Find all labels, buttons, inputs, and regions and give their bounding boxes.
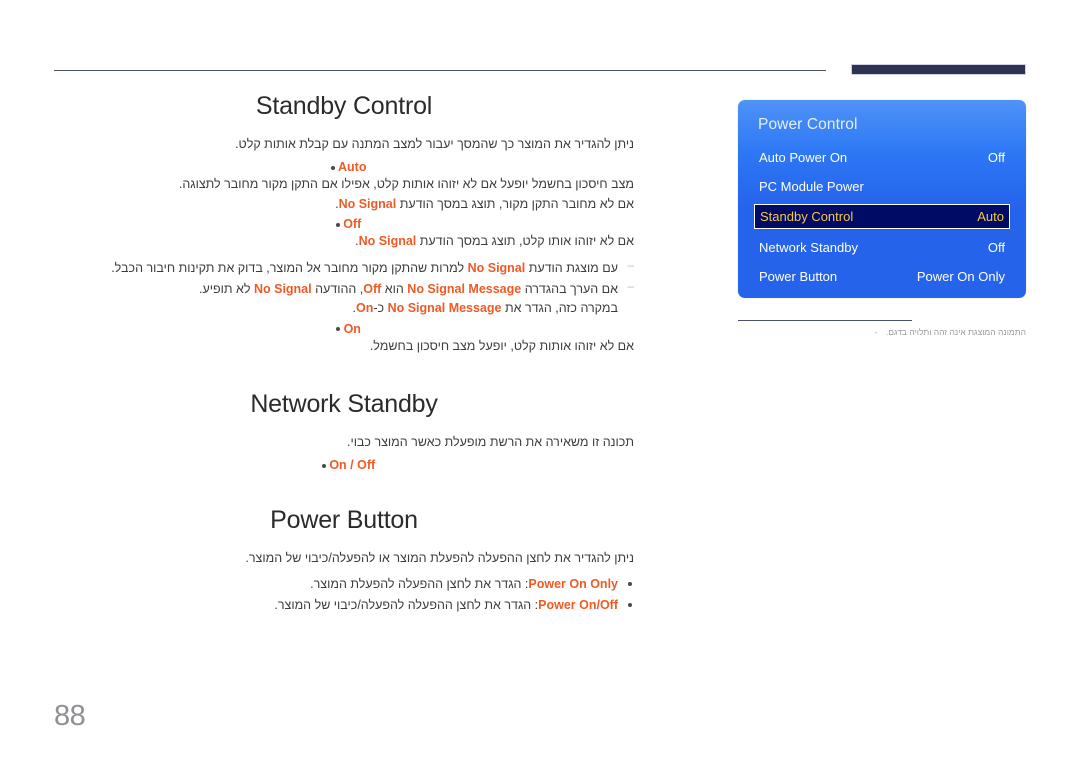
- osd-row-auto-power-on[interactable]: Auto Power On Off: [756, 146, 1008, 168]
- section-intro-standby-control: ניתן להגדיר את המוצר כך שהמסך יעבור למצב…: [235, 137, 634, 151]
- osd-footnote: התמונה המוצגת אינה זהה ותלויה בדגם. -: [738, 327, 1026, 339]
- bullet-item-on-off: On / Off: [54, 458, 634, 472]
- bullet-label-on: On: [54, 322, 634, 336]
- power-button-option-list: Power On Only: הגדר את לחצן ההפעלה להפעל…: [54, 574, 634, 617]
- osd-panel-power-control: Power Control Auto Power On Off PC Modul…: [738, 100, 1026, 298]
- osd-row-label: Auto Power On: [759, 149, 848, 165]
- standby-control-notes: עם מוצגת הודעת No Signal למרות שהתקן מקו…: [54, 255, 634, 319]
- bullet-body-off-line-1: אם לא יזוהו אותו קלט, תוצג במסך הודעת No…: [355, 234, 634, 249]
- power-button-option-power-on-only: Power On Only: הגדר את לחצן ההפעלה להפעל…: [54, 574, 634, 595]
- bullet-label-off: Off: [54, 217, 634, 231]
- bullet-label-auto: Auto: [54, 160, 634, 174]
- osd-footnote-block: התמונה המוצגת אינה זהה ותלויה בדגם. -: [738, 320, 1026, 339]
- header-thin-rule: [54, 70, 826, 71]
- network-standby-bullet-list: On / Off: [54, 458, 634, 472]
- section-title-network-standby: Network Standby: [250, 390, 438, 418]
- header-thick-bar: [852, 65, 1025, 74]
- osd-panel-title: Power Control: [758, 116, 858, 133]
- standby-control-bullet-list: Auto מצב חיסכון בחשמל יופעל אם לא יזוהו …: [54, 160, 634, 356]
- osd-row-label: Standby Control: [760, 209, 854, 224]
- bullet-body-on: אם לא יזוהו אותות קלט, יופעל מצב חיסכון …: [54, 337, 634, 356]
- osd-row-standby-control[interactable]: Standby Control Auto: [754, 204, 1010, 229]
- bullet-body-auto-line-1: מצב חיסכון בחשמל יופעל אם לא יזוהו אותות…: [178, 177, 634, 192]
- page-number: 88: [54, 700, 86, 732]
- page-root: Standby Control ניתן להגדיר את המוצר כך …: [0, 0, 1080, 763]
- bullet-dot-icon: [321, 464, 326, 469]
- note-item-1: עם מוצגת הודעת No Signal למרות שהתקן מקו…: [54, 255, 634, 278]
- bullet-item-off: Off אם לא יזוהו אותו קלט, תוצג במסך הודע…: [54, 217, 634, 319]
- bullet-body-on-line-1: אם לא יזוהו אותות קלט, יופעל מצב חיסכון …: [369, 338, 634, 353]
- section-intro-network-standby: תכונה זו משאירה את הרשת מופעלת כאשר המוצ…: [346, 435, 634, 449]
- bullet-label-on-off-text: On / Off: [329, 458, 376, 473]
- section-title-standby-control: Standby Control: [255, 92, 433, 120]
- section-title-power-button: Power Button: [270, 506, 418, 535]
- osd-footnote-dash: -: [874, 327, 878, 337]
- osd-column: Power Control Auto Power On Off PC Modul…: [738, 100, 1026, 339]
- bullet-item-auto: Auto מצב חיסכון בחשמל יופעל אם לא יזוהו …: [54, 160, 634, 214]
- footnote-divider: [738, 320, 912, 321]
- bullet-body-off: אם לא יזוהו אותו קלט, תוצג במסך הודעת No…: [54, 232, 634, 251]
- section-intro-power-button: ניתן להגדיר את לחצן ההפעלה להפעלת המוצר …: [245, 551, 634, 566]
- osd-row-label: PC Module Power: [759, 178, 864, 194]
- header-rules: [0, 0, 1080, 90]
- osd-row-network-standby[interactable]: Network Standby Off: [756, 236, 1008, 258]
- bullet-label-off-text: Off: [343, 217, 362, 232]
- osd-footnote-text: התמונה המוצגת אינה זהה ותלויה בדגם.: [885, 327, 1026, 337]
- note-item-2: אם הערך בהגדרה No Signal Message הוא Off…: [54, 277, 634, 319]
- bullet-dot-icon: [336, 327, 341, 332]
- osd-row-pc-module-power[interactable]: PC Module Power: [756, 175, 1008, 197]
- osd-row-value: Auto: [977, 209, 1004, 224]
- content-column: Standby Control ניתן להגדיר את המוצר כך …: [54, 92, 634, 616]
- bullet-dot-icon: [335, 222, 340, 227]
- bullet-item-on: On אם לא יזוהו אותות קלט, יופעל מצב חיסכ…: [54, 322, 634, 356]
- osd-row-label: Power Button: [759, 268, 838, 284]
- bullet-label-auto-text: Auto: [338, 160, 367, 175]
- power-button-option-power-on-off: Power On/Off: הגדר את לחצן ההפעלה להפעלה…: [54, 595, 634, 616]
- osd-row-value: Power On Only: [916, 268, 1005, 284]
- bullet-label-on-text: On: [343, 321, 361, 336]
- osd-row-label: Network Standby: [759, 239, 858, 255]
- bullet-body-auto: מצב חיסכון בחשמל יופעל אם לא יזוהו אותות…: [54, 175, 634, 214]
- osd-row-value: Off: [987, 239, 1005, 255]
- bullet-dot-icon: [330, 166, 335, 171]
- bullet-body-auto-line-2: אם לא מחובר התקן מקור, תוצג במסך הודעת N…: [335, 196, 634, 211]
- bullet-label-on-off: On / Off: [54, 458, 634, 472]
- osd-row-value: Off: [987, 149, 1005, 165]
- osd-row-power-button[interactable]: Power Button Power On Only: [756, 265, 1008, 287]
